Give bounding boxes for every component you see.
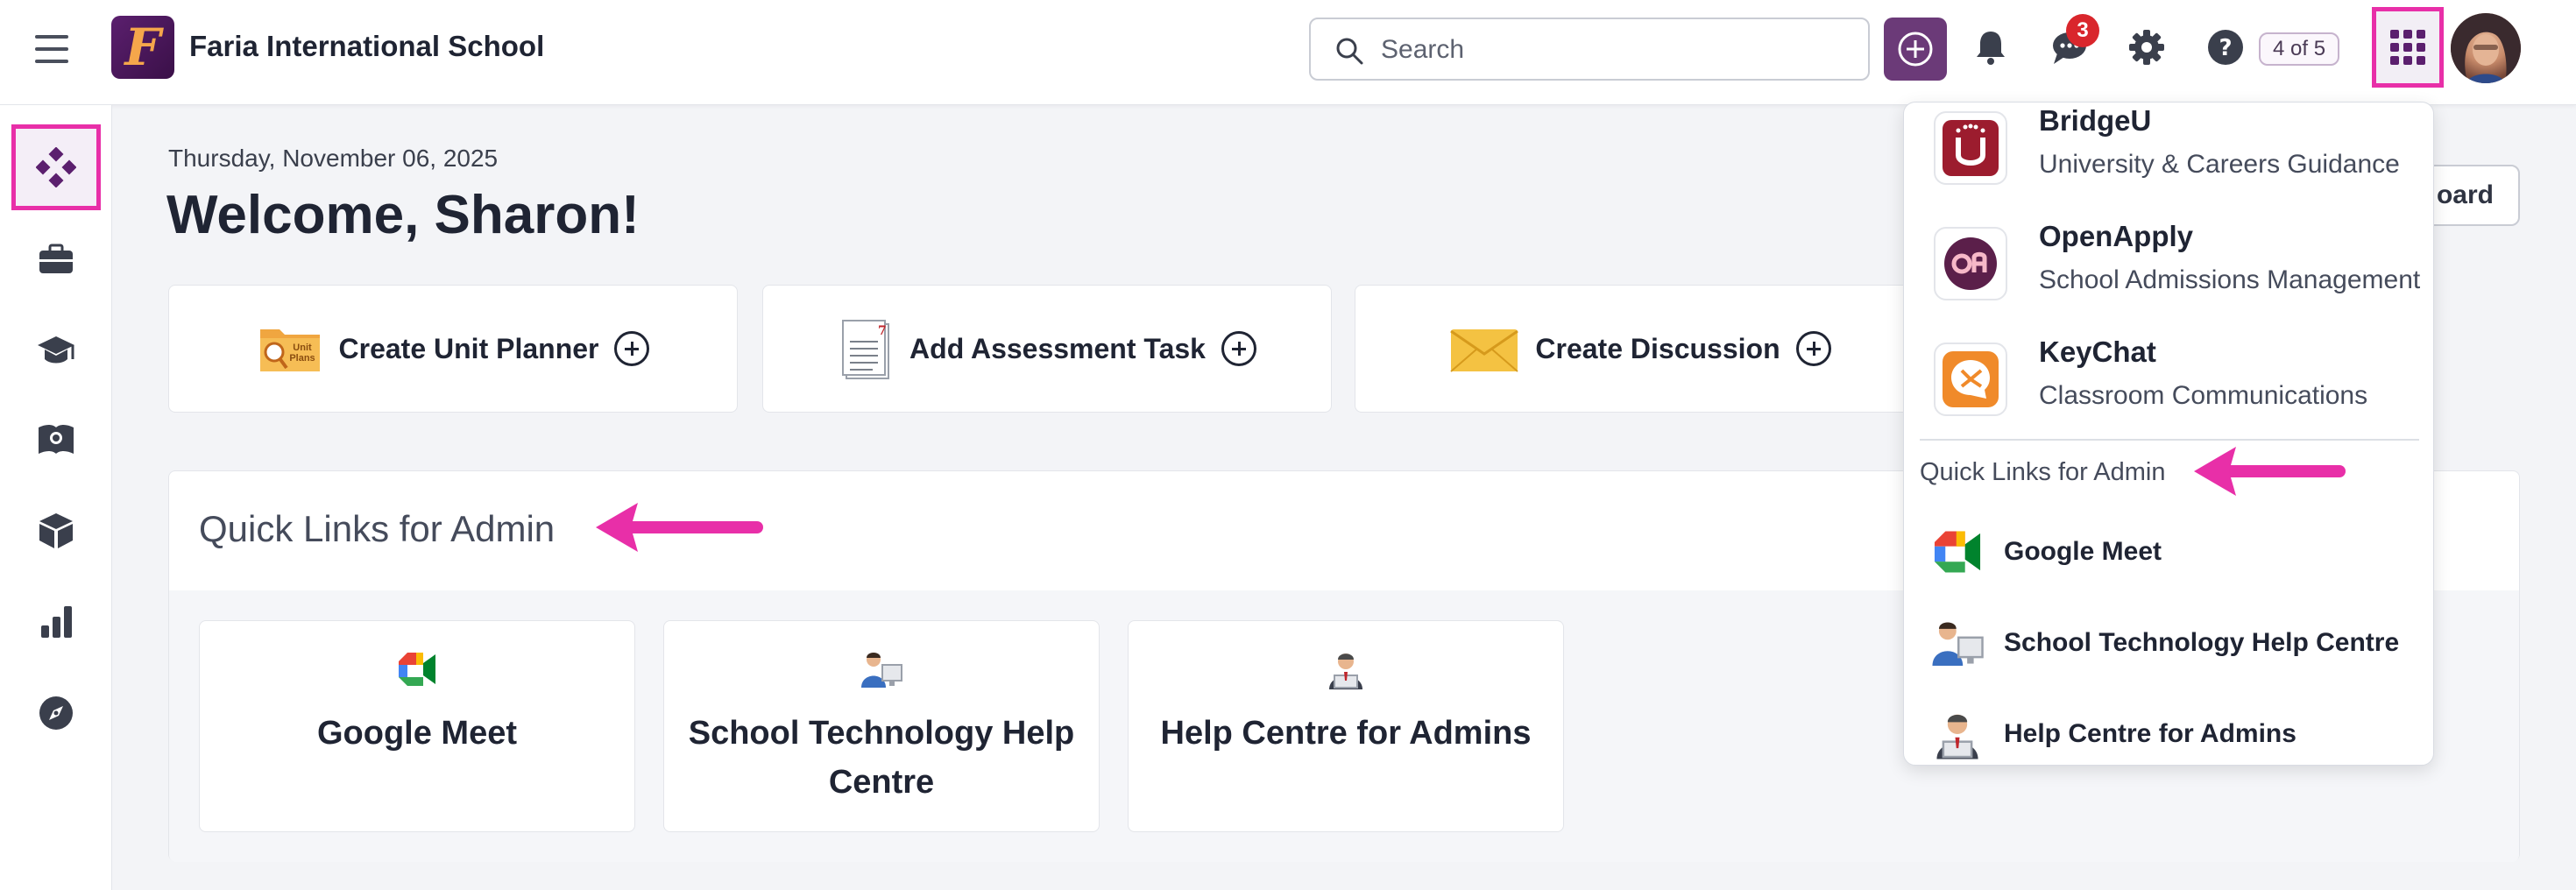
dropdown-link-school-tech-help[interactable]: School Technology Help Centre — [1930, 612, 2421, 674]
create-unit-planner-card[interactable]: Unit Plans Create Unit Planner — [168, 285, 738, 413]
atlas-book-icon — [39, 425, 74, 454]
bridgeu-logo-icon — [1934, 111, 2007, 185]
apps-dropdown-menu: BridgeU University & Careers Guidance Op… — [1903, 102, 2434, 766]
app-name: BridgeU — [2039, 104, 2152, 137]
annotation-arrow-dropdown-quick-links — [2194, 447, 2346, 496]
assessment-clipboard-icon: 7 — [842, 320, 890, 379]
create-button[interactable] — [1884, 18, 1947, 81]
unit-plans-folder-icon: Unit Plans — [259, 329, 320, 371]
messages-badge: 3 — [2066, 14, 2099, 47]
google-meet-icon — [1934, 531, 1981, 573]
app-description: Classroom Communications — [2039, 381, 2368, 410]
dropdown-divider — [1920, 439, 2419, 441]
dropdown-app-keychat[interactable]: KeyChat Classroom Communications — [1934, 334, 2424, 430]
search-input[interactable] — [1381, 32, 1854, 68]
search-icon — [1336, 38, 1363, 65]
top-bar: F Faria International School 3 — [0, 0, 2576, 105]
add-assessment-task-card[interactable]: 7 Add Assessment Task — [762, 285, 1332, 413]
google-meet-icon — [399, 653, 435, 686]
plus-circle-icon — [1898, 32, 1933, 67]
dropdown-link-label: Help Centre for Admins — [2004, 719, 2296, 748]
dropdown-section-title: Quick Links for Admin — [1920, 458, 2166, 486]
openapply-logo-icon — [1934, 227, 2007, 300]
sidebar-item-reports[interactable] — [35, 601, 77, 643]
dropdown-link-label: Google Meet — [2004, 537, 2162, 566]
create-discussion-card[interactable]: Create Discussion — [1355, 285, 1926, 413]
help-question-icon[interactable]: ? — [2203, 25, 2248, 70]
quick-link-help-centre-admins[interactable]: Help Centre for Admins — [1128, 620, 1564, 832]
hamburger-menu-icon[interactable] — [35, 35, 68, 63]
quick-link-school-tech-help[interactable]: School Technology Help Centre — [663, 620, 1100, 832]
envelope-icon — [1450, 329, 1519, 372]
logo-letter: F — [124, 18, 161, 77]
action-label: Create Discussion — [1535, 332, 1780, 364]
sidebar-item-explore[interactable] — [35, 692, 77, 734]
svg-text:Unit: Unit — [293, 343, 312, 353]
plus-circle-icon — [614, 331, 650, 366]
admin-person-icon — [1329, 653, 1362, 689]
current-date: Thursday, November 06, 2025 — [168, 145, 499, 172]
apps-grid-button[interactable] — [2372, 7, 2444, 88]
quick-link-label: Google Meet — [316, 715, 518, 752]
app-name: OpenApply — [2039, 220, 2194, 252]
dropdown-link-help-centre-admins[interactable]: Help Centre for Admins — [1930, 703, 2421, 765]
briefcase-icon — [39, 244, 73, 273]
user-avatar[interactable] — [2451, 13, 2521, 83]
sidebar-item-units[interactable] — [35, 510, 77, 552]
dropdown-link-google-meet[interactable]: Google Meet — [1930, 521, 2421, 583]
dropdown-app-bridgeu[interactable]: BridgeU University & Careers Guidance — [1934, 102, 2424, 199]
school-logo[interactable]: F — [111, 16, 174, 79]
svg-text:Plans: Plans — [289, 353, 315, 364]
welcome-heading: Welcome, Sharon! — [166, 185, 640, 245]
cube-icon — [39, 513, 73, 548]
graduation-cap-icon — [38, 336, 74, 364]
plus-circle-icon — [1795, 331, 1831, 366]
admin-person-icon — [1936, 714, 1978, 759]
quick-link-label: Help Centre for Admins — [1160, 715, 1532, 752]
sidebar-item-home[interactable] — [11, 124, 101, 210]
quick-links-title: Quick Links for Admin — [199, 508, 556, 549]
app-description: School Admissions Management — [2039, 265, 2421, 294]
tech-support-person-icon — [1932, 622, 1984, 667]
compass-icon — [39, 696, 73, 730]
search-box[interactable] — [1309, 18, 1870, 81]
app-name: KeyChat — [2039, 336, 2156, 368]
plus-circle-icon — [1221, 331, 1256, 366]
dropdown-link-label: School Technology Help Centre — [2004, 628, 2400, 657]
apps-grid-icon — [2390, 30, 2425, 65]
school-name[interactable]: Faria International School — [189, 30, 544, 63]
home-icon — [36, 147, 76, 187]
annotation-arrow-quick-links — [596, 503, 763, 552]
notifications-bell-icon[interactable] — [1968, 25, 2013, 70]
sidebar-item-briefcase[interactable] — [35, 238, 77, 280]
bar-chart-icon — [41, 606, 72, 638]
app-description: University & Careers Guidance — [2039, 150, 2400, 179]
quick-link-label: School Technology Help Centre — [688, 715, 1075, 801]
svg-text:?: ? — [2219, 35, 2232, 61]
tech-support-person-icon — [861, 653, 902, 688]
dropdown-app-openapply[interactable]: OpenApply School Admissions Management — [1934, 218, 2424, 314]
sidebar-item-atlas[interactable] — [35, 419, 77, 461]
quick-link-google-meet[interactable]: Google Meet — [199, 620, 635, 832]
sidebar-item-academics[interactable] — [35, 329, 77, 371]
account-count-pill[interactable]: 4 of 5 — [2259, 32, 2340, 66]
left-sidebar — [0, 105, 112, 890]
action-label: Create Unit Planner — [338, 332, 599, 364]
svg-text:7: 7 — [878, 324, 887, 338]
action-label: Add Assessment Task — [909, 332, 1206, 364]
keychat-logo-icon — [1934, 343, 2007, 416]
settings-gear-icon[interactable] — [2124, 25, 2169, 70]
